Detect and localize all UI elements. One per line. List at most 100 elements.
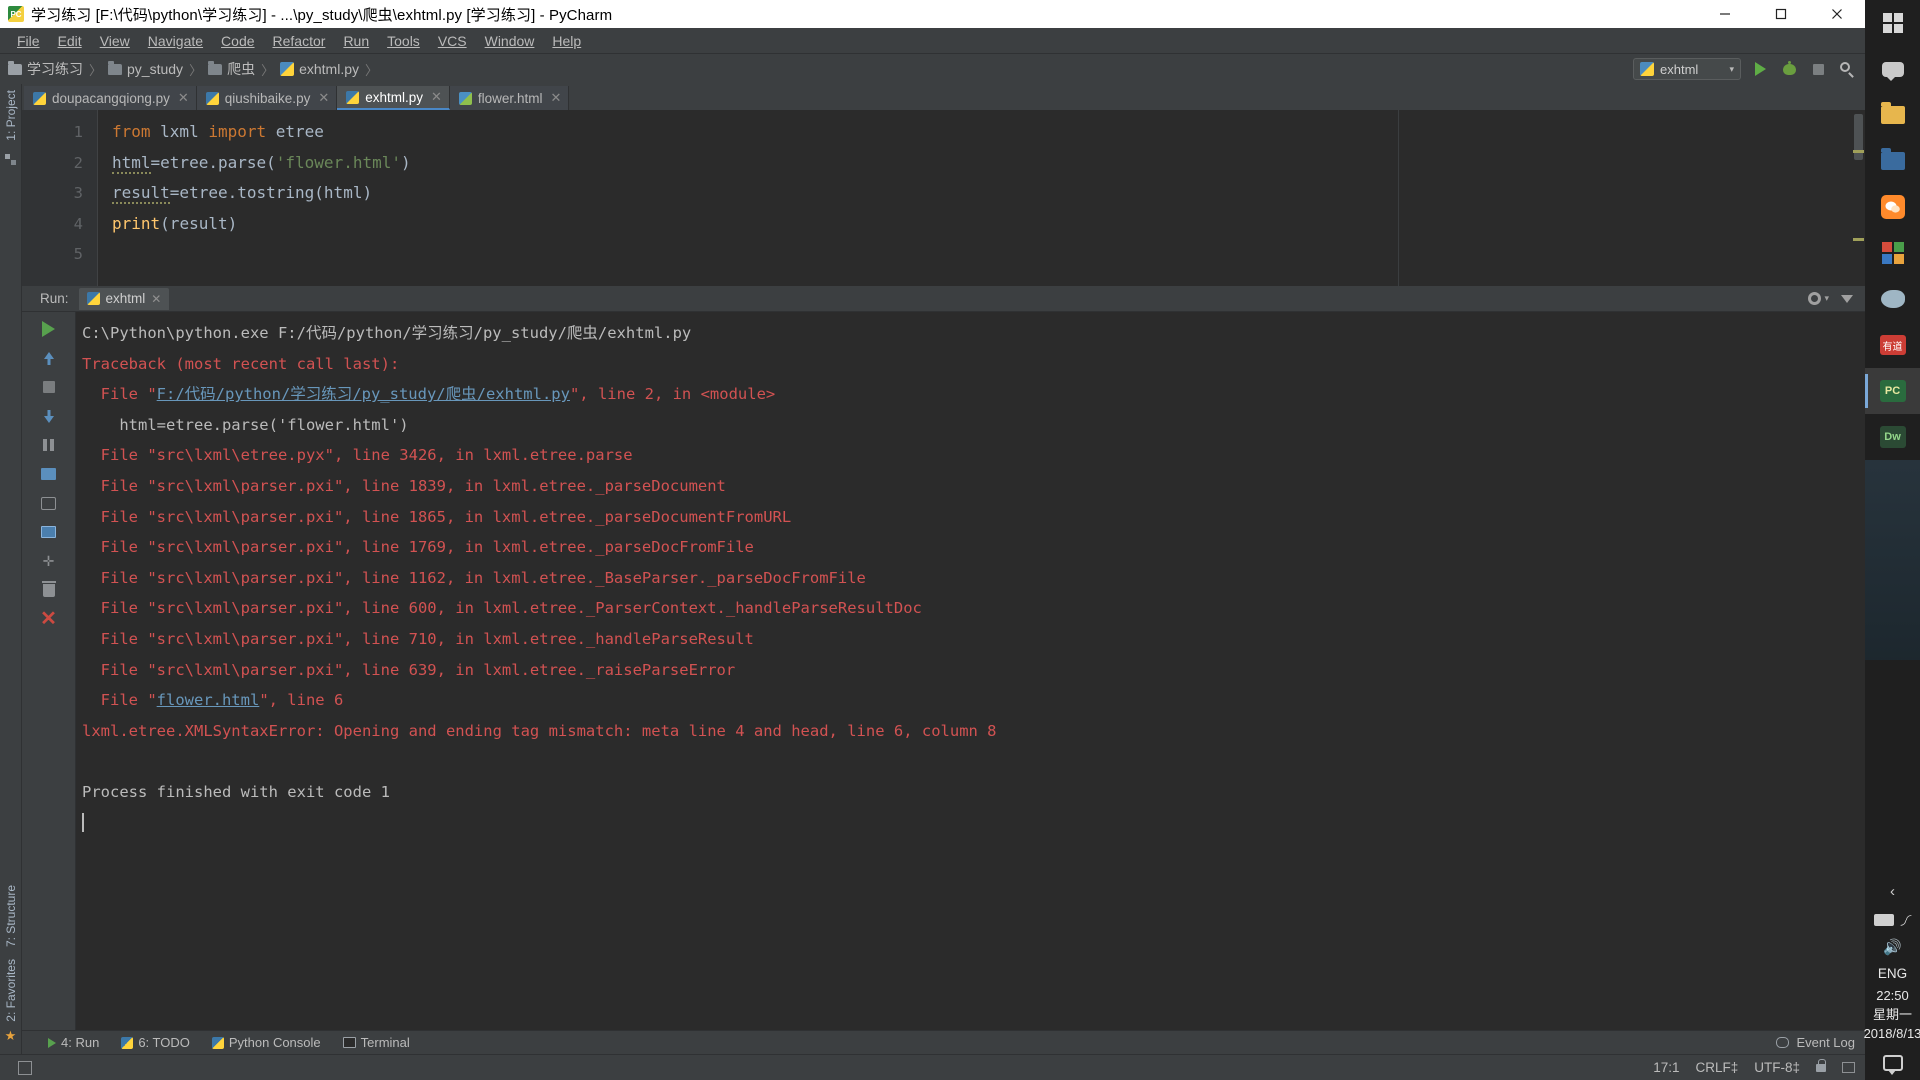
volume-icon[interactable]: 🔊 xyxy=(1883,938,1902,956)
menu-refactor[interactable]: Refactor xyxy=(264,31,335,51)
breadcrumb-item-py-study[interactable]: py_study xyxy=(108,60,183,77)
menu-vcs[interactable]: VCS xyxy=(429,31,476,51)
export-icon[interactable] xyxy=(1841,294,1853,303)
action-center-icon[interactable] xyxy=(1882,1055,1903,1075)
close-icon[interactable]: ✕ xyxy=(40,609,58,629)
menu-navigate[interactable]: Navigate xyxy=(139,31,212,51)
toggle-tool-windows-icon[interactable] xyxy=(18,1060,32,1075)
keyboard-icon[interactable] xyxy=(1873,913,1894,926)
close-icon[interactable]: ✕ xyxy=(318,90,329,106)
scroll-to-end-icon[interactable] xyxy=(40,523,58,541)
close-icon[interactable]: ✕ xyxy=(550,90,561,106)
run-configuration-selector[interactable]: exhtml ▾ xyxy=(1633,58,1741,80)
menu-tools[interactable]: Tools xyxy=(378,31,429,51)
clock-date[interactable]: 2018/8/13 xyxy=(1864,1024,1920,1043)
code-line[interactable]: html=etree.parse('flower.html') xyxy=(112,148,1865,179)
menu-run[interactable]: Run xyxy=(334,31,378,51)
console-file-link[interactable]: flower.html xyxy=(157,691,260,709)
rerun-icon[interactable] xyxy=(40,320,58,338)
structure-toggle-icon[interactable] xyxy=(4,152,17,165)
stop-icon[interactable] xyxy=(40,378,58,396)
menu-window[interactable]: Window xyxy=(476,31,544,51)
menu-file[interactable]: File xyxy=(8,31,49,51)
minimize-button[interactable] xyxy=(1697,0,1753,28)
explorer-window-button[interactable] xyxy=(1865,138,1920,184)
console-output[interactable]: C:\Python\python.exe F:/代码/python/学习练习/p… xyxy=(76,312,1865,1030)
menu-edit[interactable]: Edit xyxy=(49,31,91,51)
close-button[interactable] xyxy=(1809,0,1865,28)
maximize-button[interactable] xyxy=(1753,0,1809,28)
code-line[interactable]: from lxml import etree xyxy=(112,117,1865,148)
close-icon[interactable]: ✕ xyxy=(151,292,161,306)
dreamweaver-button[interactable]: Dw xyxy=(1865,414,1920,460)
caret-position[interactable]: 17:1 xyxy=(1653,1060,1679,1075)
bottom-item-terminal[interactable]: Terminal xyxy=(342,1035,410,1050)
bottom-item-run[interactable]: 4: Run xyxy=(48,1035,99,1050)
tab-flower-html[interactable]: flower.html ✕ xyxy=(449,86,570,110)
file-explorer-button[interactable] xyxy=(1865,92,1920,138)
encoding[interactable]: UTF-8‡ xyxy=(1754,1060,1800,1075)
branch-icon[interactable] xyxy=(1842,1062,1855,1073)
scroll-down-icon[interactable] xyxy=(40,407,58,425)
pin-tab-icon[interactable]: ✛ xyxy=(40,552,58,570)
tab-doupacangqiong[interactable]: doupacangqiong.py ✕ xyxy=(24,86,197,110)
editor-scrollbar[interactable] xyxy=(1852,110,1865,286)
code-token: print xyxy=(112,213,161,233)
sidebar-item-project[interactable]: 1: Project xyxy=(4,84,18,147)
menu-view[interactable]: View xyxy=(91,31,139,51)
tray-expand-icon[interactable]: ‹ xyxy=(1890,877,1895,906)
pycharm-button[interactable]: PC xyxy=(1865,368,1920,414)
wechat-button[interactable] xyxy=(1865,184,1920,230)
lock-icon[interactable] xyxy=(1816,1058,1826,1072)
bottom-item-todo[interactable]: 6: TODO xyxy=(121,1035,190,1050)
bottom-item-python-console[interactable]: Python Console xyxy=(211,1035,321,1050)
sidebar-item-structure[interactable]: 7: Structure xyxy=(4,879,18,953)
search-icon[interactable] xyxy=(1837,59,1857,79)
debug-button[interactable] xyxy=(1779,59,1799,79)
code-line[interactable]: result=etree.tostring(html) xyxy=(112,178,1865,209)
print-icon[interactable] xyxy=(40,494,58,512)
todo-icon xyxy=(121,1036,134,1049)
breadcrumb-label: 学习练习 xyxy=(27,61,83,77)
console-file-link[interactable]: F:/代码/python/学习练习/py_study/爬虫/exhtml.py xyxy=(157,385,570,403)
language-indicator[interactable]: ENG xyxy=(1878,961,1907,986)
clear-all-icon[interactable] xyxy=(40,580,58,599)
breadcrumb-item-project[interactable]: 学习练习 xyxy=(8,59,83,79)
close-icon[interactable]: ✕ xyxy=(431,89,442,105)
cortana-button[interactable] xyxy=(1865,46,1920,92)
start-button[interactable] xyxy=(1865,0,1920,46)
console-text: File "src\lxml\etree.pyx", line 3426, in… xyxy=(82,446,633,465)
stop-button[interactable] xyxy=(1808,59,1828,79)
run-button[interactable] xyxy=(1750,59,1770,79)
code-line[interactable] xyxy=(112,239,1865,270)
youdao-button[interactable]: 有道 xyxy=(1865,322,1920,368)
office-button[interactable] xyxy=(1865,230,1920,276)
event-log-button[interactable]: Event Log xyxy=(1776,1035,1865,1050)
clock-weekday[interactable]: 星期一 xyxy=(1864,1005,1920,1024)
menu-code[interactable]: Code xyxy=(212,31,263,51)
menu-help[interactable]: Help xyxy=(543,31,590,51)
line-separator[interactable]: CRLF‡ xyxy=(1695,1060,1738,1075)
code-content[interactable]: from lxml import etree html=etree.parse('… xyxy=(98,110,1865,286)
scrollbar-thumb[interactable] xyxy=(1854,114,1863,160)
tab-qiushibaike[interactable]: qiushibaike.py ✕ xyxy=(196,86,338,110)
code-editor[interactable]: 12345 from lxml import etree html=etree.p… xyxy=(22,110,1865,286)
pause-icon[interactable] xyxy=(40,436,58,454)
close-icon[interactable]: ✕ xyxy=(178,90,189,106)
run-tab-exhtml[interactable]: exhtml ✕ xyxy=(78,287,170,310)
clock-time[interactable]: 22:50 xyxy=(1864,986,1920,1005)
tab-exhtml[interactable]: exhtml.py ✕ xyxy=(337,86,450,110)
console-line: File "flower.html", line 6 xyxy=(82,685,1865,716)
console-line: File "F:/代码/python/学习练习/py_study/爬虫/exht… xyxy=(82,379,1865,410)
run-settings-button[interactable]: ▾ xyxy=(1808,292,1829,305)
breadcrumb-item-exhtml[interactable]: exhtml.py xyxy=(280,61,359,77)
code-line[interactable]: print(result) xyxy=(112,209,1865,240)
wifi-icon[interactable]: ◞◜ xyxy=(1901,911,1912,928)
favorites-star-icon[interactable]: ★ xyxy=(5,1028,17,1044)
console-line: C:\Python\python.exe F:/代码/python/学习练习/p… xyxy=(82,318,1865,349)
scroll-up-icon[interactable] xyxy=(40,349,58,367)
sidebar-item-favorites[interactable]: 2: Favorites xyxy=(4,953,18,1028)
media-button[interactable] xyxy=(1865,276,1920,322)
breadcrumb-item-spider[interactable]: 爬虫 xyxy=(208,59,255,79)
soft-wrap-icon[interactable] xyxy=(40,465,58,483)
